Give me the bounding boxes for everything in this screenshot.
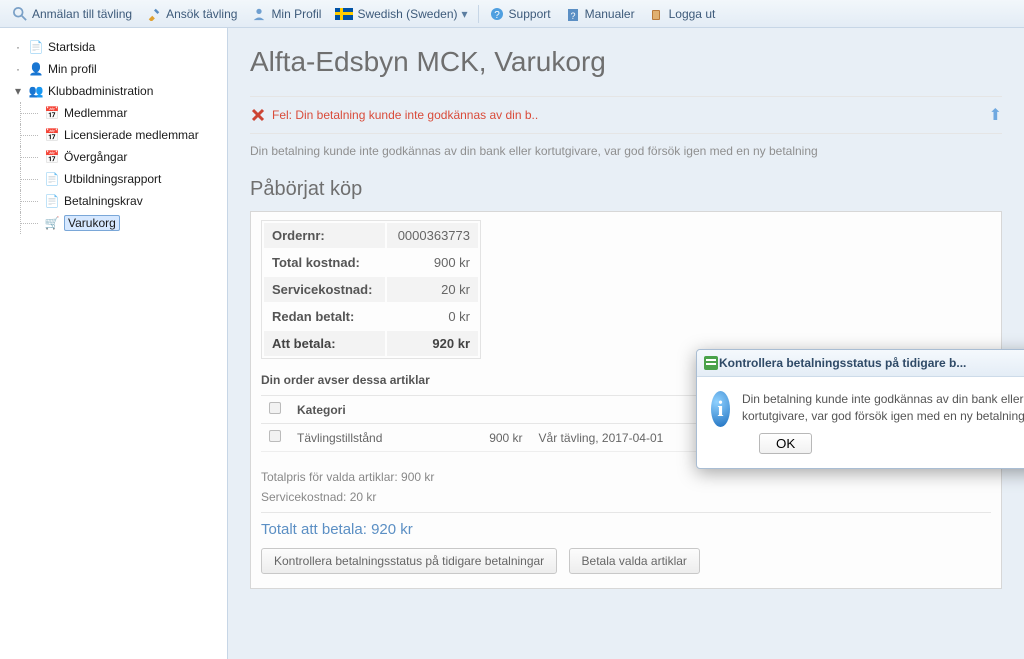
toolbar-manuals-label: Manualer (585, 7, 635, 21)
sidebar-payreq[interactable]: 📄 Betalningskrav (0, 190, 227, 212)
toolbar-request[interactable]: Ansök tävling (140, 4, 243, 24)
home-icon: 📄 (28, 39, 44, 55)
error-icon (250, 107, 266, 123)
topay-value: 920 kr (387, 331, 478, 356)
toolbar-language[interactable]: Swedish (Sweden) ▾ (329, 5, 473, 23)
sidebar-edureport-label: Utbildningsrapport (64, 172, 161, 186)
toolbar-apply-label: Anmälan till tävling (32, 7, 132, 21)
sidebar-myprofile-label: Min profil (48, 62, 97, 76)
content-area: Alfta-Edsbyn MCK, Varukorg Fel: Din beta… (228, 28, 1024, 659)
user-icon: 👤 (28, 61, 44, 77)
service-label: Servicekostnad: (264, 277, 385, 302)
sidebar-cart[interactable]: 🛒 Varukorg (0, 212, 227, 234)
chevron-down-icon: ▾ (462, 7, 468, 21)
section-heading: Påbörjat köp (250, 178, 1002, 201)
toolbar-language-label: Swedish (Sweden) (357, 7, 457, 21)
payment-icon: 📄 (44, 193, 60, 209)
error-banner: Fel: Din betalning kunde inte godkännas … (250, 96, 1002, 134)
flag-se-icon (335, 8, 353, 20)
sidebar-licensed-label: Licensierade medlemmar (64, 128, 199, 142)
service-value: 20 kr (387, 277, 478, 302)
search-icon (12, 6, 28, 22)
sidebar-cart-label: Varukorg (64, 215, 120, 231)
collapse-up-icon[interactable]: ⬆ (989, 105, 1002, 125)
top-toolbar: Anmälan till tävling Ansök tävling Min P… (0, 0, 1024, 28)
sidebar-home-label: Startsida (48, 40, 95, 54)
manual-icon: ? (565, 6, 581, 22)
total-value: 900 kr (387, 250, 478, 275)
col-category: Kategori (289, 396, 441, 424)
user-icon (251, 6, 267, 22)
sidebar-clubadmin-label: Klubbadministration (48, 84, 153, 98)
total-label: Total kostnad: (264, 250, 385, 275)
calendar-icon: 📅 (44, 127, 60, 143)
sidebar-transfers[interactable]: 📅 Övergångar (0, 146, 227, 168)
toolbar-manuals[interactable]: ? Manualer (559, 4, 641, 24)
paid-label: Redan betalt: (264, 304, 385, 329)
dialog-title: Kontrollera betalningsstatus på tidigare… (719, 356, 1024, 370)
group-icon: 👥 (28, 83, 44, 99)
payment-status-dialog: Kontrollera betalningsstatus på tidigare… (696, 349, 1024, 469)
sidebar: · 📄 Startsida · 👤 Min profil ▾ 👥 Klubbad… (0, 28, 228, 659)
tools-icon (146, 6, 162, 22)
dialog-message: Din betalning kunde inte godkännas av di… (742, 391, 1024, 427)
cart-icon: 🛒 (44, 215, 60, 231)
tree-dash-icon: · (12, 62, 24, 76)
row-price: 900 kr (441, 424, 531, 452)
sidebar-edureport[interactable]: 📄 Utbildningsrapport (0, 168, 227, 190)
svg-text:?: ? (494, 10, 500, 21)
sidebar-myprofile[interactable]: · 👤 Min profil (0, 58, 227, 80)
dialog-ok-button[interactable]: OK (759, 433, 812, 454)
total-grand: Totalt att betala: 920 kr (261, 512, 991, 538)
sidebar-payreq-label: Betalningskrav (64, 194, 143, 208)
dialog-titlebar[interactable]: Kontrollera betalningsstatus på tidigare… (697, 350, 1024, 377)
order-summary-table: Ordernr:0000363773 Total kostnad:900 kr … (261, 220, 481, 359)
tree-minus-icon[interactable]: ▾ (12, 84, 24, 98)
toolbar-apply[interactable]: Anmälan till tävling (6, 4, 138, 24)
calendar-icon: 📅 (44, 105, 60, 121)
toolbar-support[interactable]: ? Support (483, 4, 557, 24)
sidebar-home[interactable]: · 📄 Startsida (0, 36, 227, 58)
svg-text:?: ? (570, 11, 575, 21)
dialog-app-icon (703, 355, 719, 371)
sidebar-members-label: Medlemmar (64, 106, 127, 120)
toolbar-request-label: Ansök tävling (166, 7, 237, 21)
toolbar-logout-label: Logga ut (669, 7, 716, 21)
report-icon: 📄 (44, 171, 60, 187)
paid-value: 0 kr (387, 304, 478, 329)
totals-block: Totalpris för valda artiklar: 900 kr Ser… (261, 470, 991, 538)
info-icon: i (711, 391, 730, 427)
sidebar-licensed[interactable]: 📅 Licensierade medlemmar (0, 124, 227, 146)
ordernr-value: 0000363773 (387, 223, 478, 248)
help-icon: ? (489, 6, 505, 22)
toolbar-separator (478, 5, 479, 23)
error-message: Din betalning kunde inte godkännas av di… (250, 144, 1002, 158)
row-checkbox[interactable] (269, 430, 281, 442)
calendar-icon: 📅 (44, 149, 60, 165)
toolbar-support-label: Support (509, 7, 551, 21)
error-title: Fel: Din betalning kunde inte godkännas … (272, 108, 538, 122)
total-selected: Totalpris för valda artiklar: 900 kr (261, 470, 991, 484)
sidebar-members[interactable]: 📅 Medlemmar (0, 102, 227, 124)
page-title: Alfta-Edsbyn MCK, Varukorg (250, 46, 1002, 78)
toolbar-profile-label: Min Profil (271, 7, 321, 21)
logout-icon (649, 6, 665, 22)
check-status-button[interactable]: Kontrollera betalningsstatus på tidigare… (261, 548, 557, 574)
toolbar-profile[interactable]: Min Profil (245, 4, 327, 24)
toolbar-logout[interactable]: Logga ut (643, 4, 722, 24)
select-all-checkbox[interactable] (269, 402, 281, 414)
sidebar-clubadmin[interactable]: ▾ 👥 Klubbadministration (0, 80, 227, 102)
row-category: Tävlingstillstånd (289, 424, 441, 452)
sidebar-transfers-label: Övergångar (64, 150, 127, 164)
topay-label: Att betala: (264, 331, 385, 356)
pay-button[interactable]: Betala valda artiklar (569, 548, 700, 574)
ordernr-label: Ordernr: (264, 223, 385, 248)
tree-dash-icon: · (12, 40, 24, 54)
total-service: Servicekostnad: 20 kr (261, 490, 991, 504)
